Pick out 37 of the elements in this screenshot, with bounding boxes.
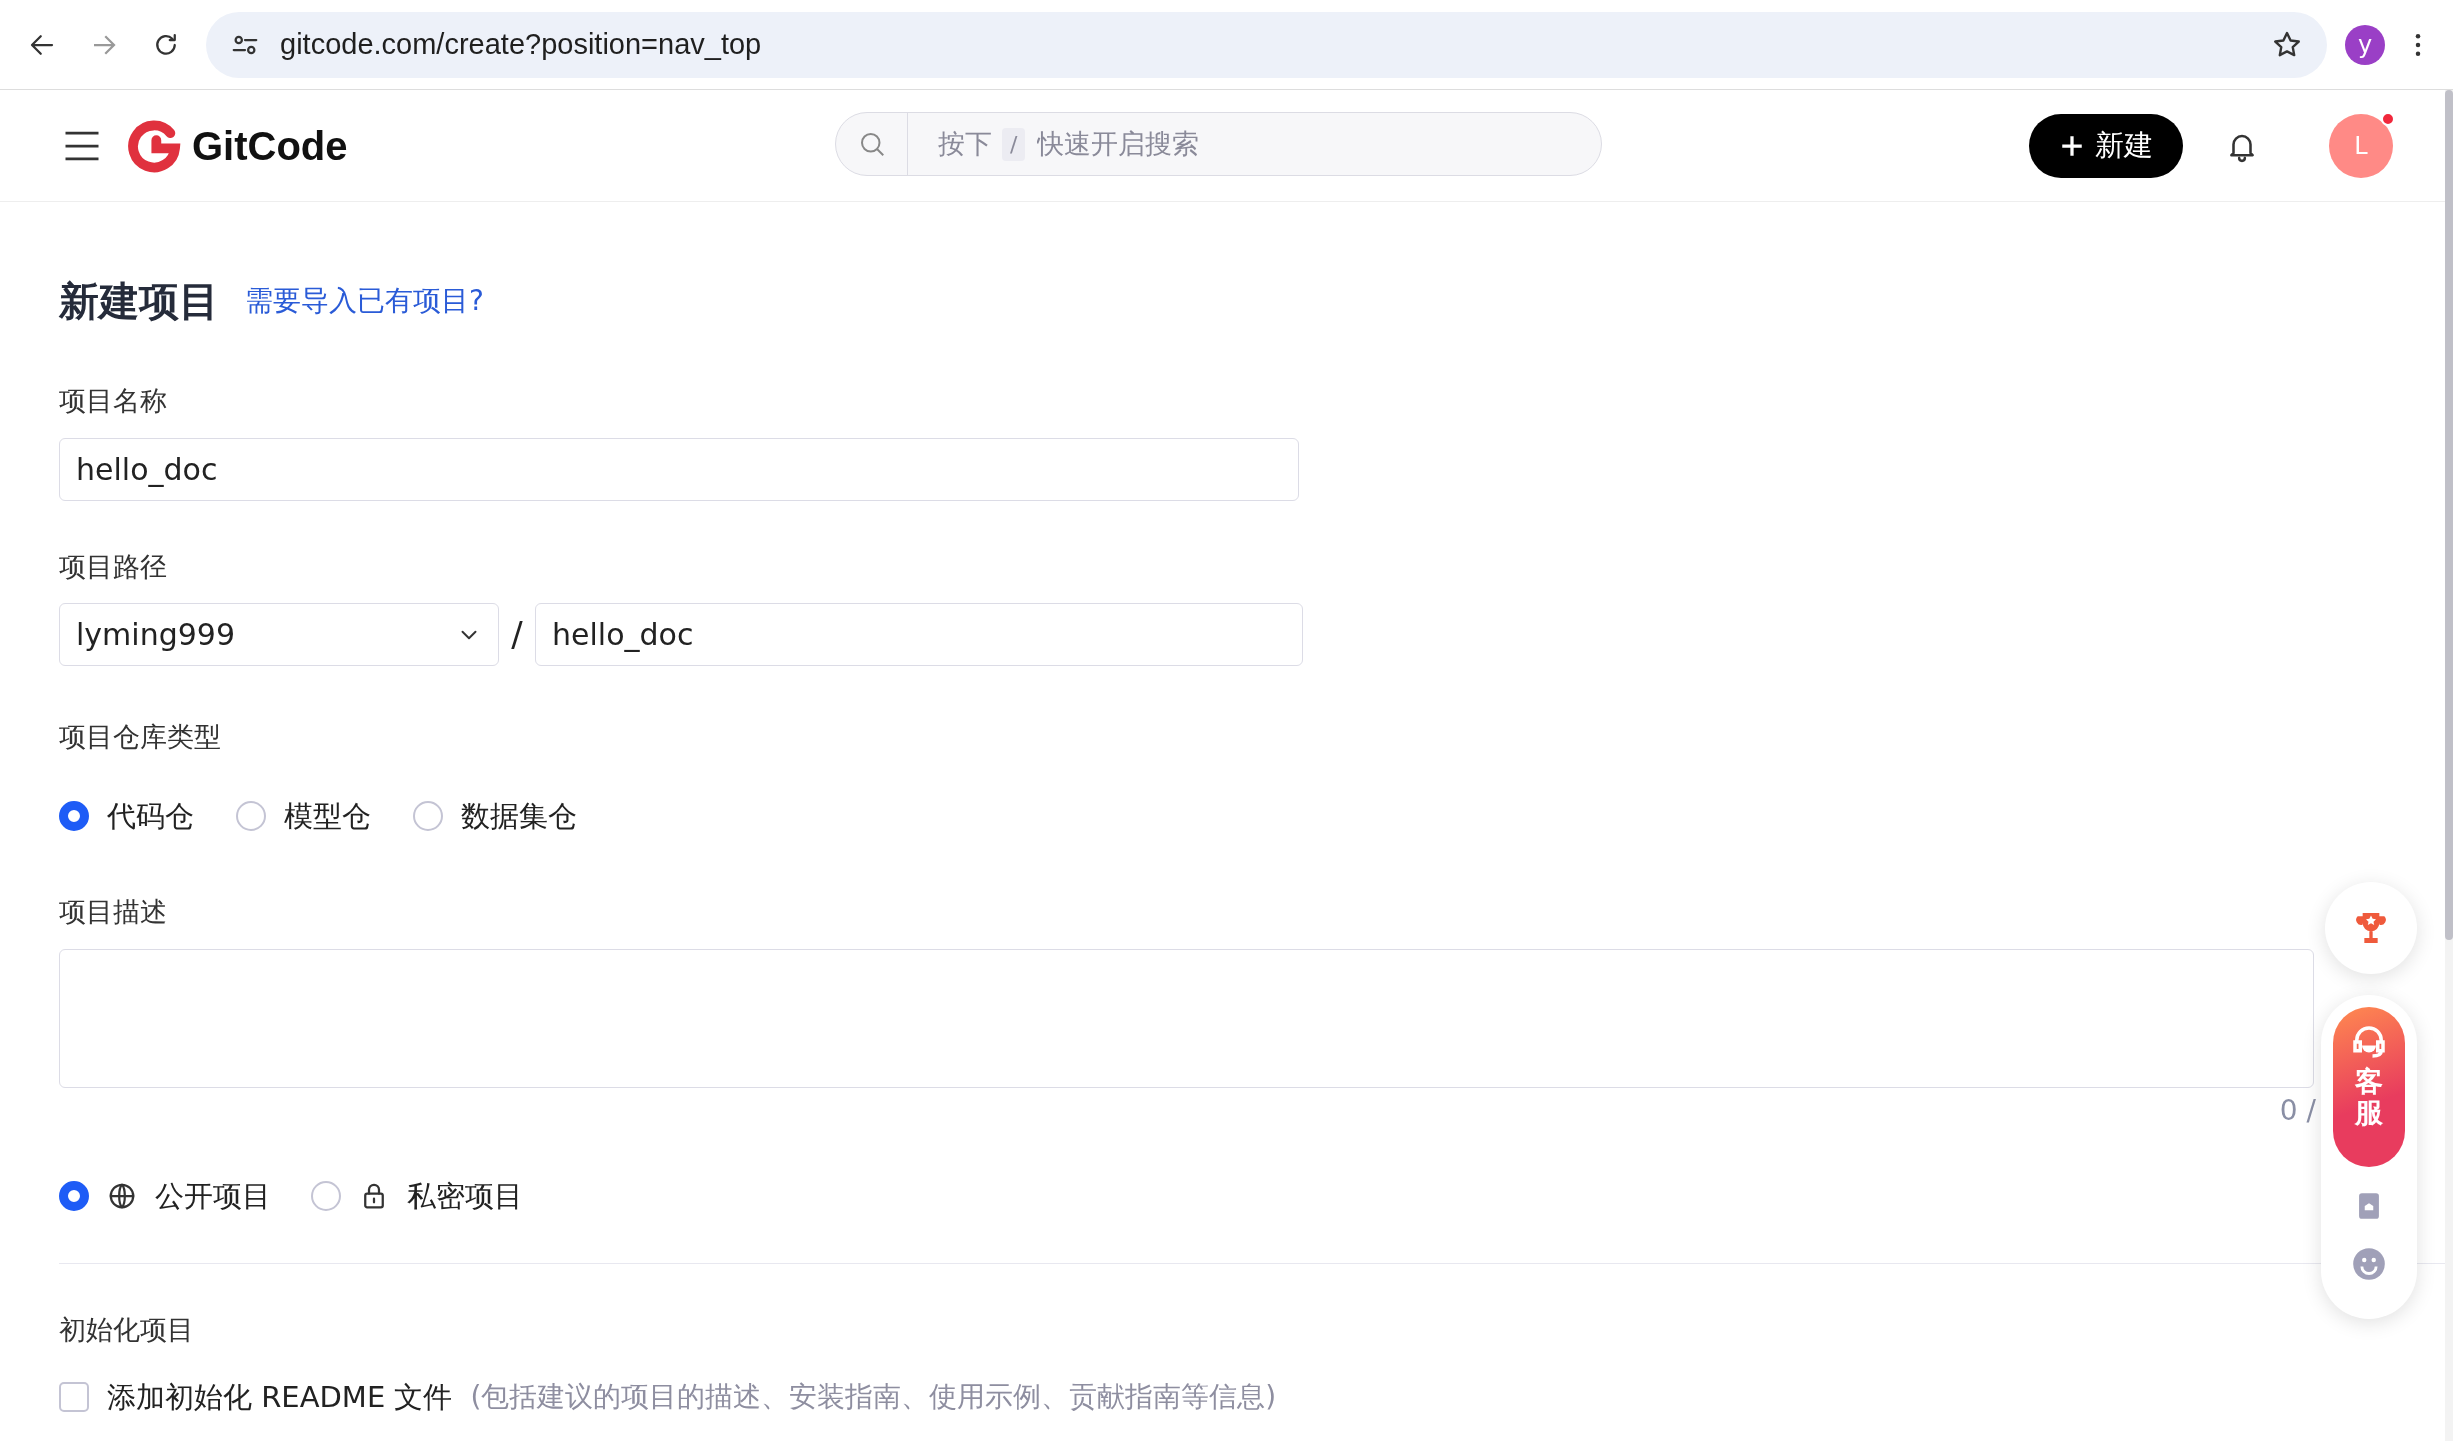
- radio-button[interactable]: [59, 1181, 89, 1212]
- page-title: 新建项目: [59, 277, 219, 326]
- field-label: 项目描述: [59, 895, 167, 929]
- address-bar[interactable]: gitcode.com/create?position=nav_top: [206, 11, 2327, 78]
- checkbox-label: 添加初始化 README 文件: [107, 1378, 453, 1416]
- field-label: 初始化项目: [59, 1313, 194, 1347]
- project-name-input[interactable]: hello_doc: [59, 437, 1299, 501]
- logo-text[interactable]: GitCode: [192, 115, 348, 176]
- project-path-input[interactable]: hello_doc: [535, 603, 1303, 666]
- new-button[interactable]: 新建: [2029, 113, 2183, 178]
- search-input[interactable]: 快速开启搜索: [1035, 122, 1601, 166]
- radio-option[interactable]: 代码仓: [59, 794, 194, 838]
- character-counter: 0 /: [2278, 1092, 2316, 1129]
- scrollbar-thumb[interactable]: [2445, 90, 2453, 940]
- path-separator: /: [510, 613, 524, 656]
- namespace-select[interactable]: lyming999: [59, 603, 499, 666]
- field-label: 项目名称: [59, 384, 167, 418]
- profile-avatar[interactable]: y: [2345, 24, 2385, 65]
- smiley-icon[interactable]: [2350, 1245, 2388, 1283]
- radio-button[interactable]: [236, 801, 266, 832]
- radio-option[interactable]: 模型仓: [236, 794, 371, 838]
- url-text: gitcode.com/create?position=nav_top: [280, 26, 763, 62]
- search-hint: 按下: [938, 126, 992, 161]
- shortcut-key: /: [1002, 127, 1026, 161]
- radio-button[interactable]: [59, 801, 89, 832]
- radio-button[interactable]: [311, 1181, 341, 1212]
- import-project-link[interactable]: 需要导入已有项目?: [245, 280, 484, 322]
- radio-button[interactable]: [413, 801, 443, 832]
- description-input[interactable]: [59, 948, 2314, 1088]
- radio-option[interactable]: 数据集仓: [413, 794, 577, 838]
- radio-option[interactable]: 私密项目: [311, 1174, 523, 1218]
- field-label: 项目路径: [59, 549, 167, 584]
- checkbox-hint: (包括建议的项目的描述、安装指南、使用示例、贡献指南等信息): [470, 1379, 1277, 1416]
- customer-service-button[interactable]: 客服: [2333, 1007, 2405, 1167]
- radio-option[interactable]: 公开项目: [59, 1174, 271, 1218]
- field-label: 项目仓库类型: [59, 720, 221, 754]
- checkbox[interactable]: [59, 1382, 89, 1413]
